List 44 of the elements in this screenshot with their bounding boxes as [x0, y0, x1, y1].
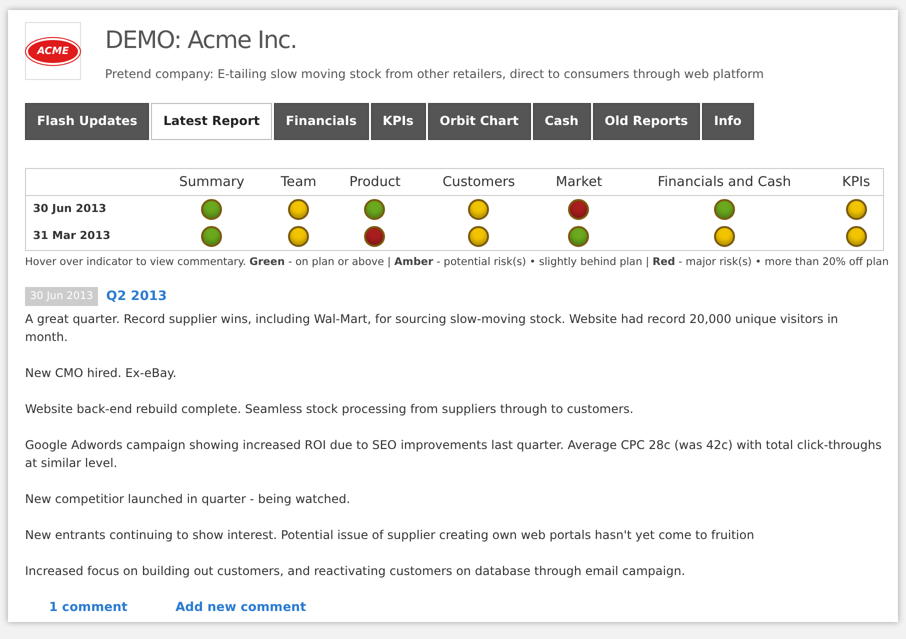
status-indicator[interactable]	[201, 198, 222, 220]
status-indicator[interactable]	[288, 226, 310, 247]
report-paragraph: New competitior launched in quarter - being watched.	[25, 491, 352, 508]
company-description: Pretend company: E-tailing slow moving stock from other retailers, direct to consumers through web platform	[105, 66, 764, 83]
column-header: Summary	[157, 168, 266, 196]
report-paragraph: New CMO hired. Ex-eBay.	[25, 365, 178, 382]
column-header: Team	[266, 168, 331, 196]
report-paragraph: New entrants continuing to show interest. Potential issue of supplier creating own web portals hasn't yet come to fruition	[25, 527, 756, 544]
report-paragraph: A great quarter. Record supplier wins, including Wal-Mart, for sourcing slow-moving stock. Website had record 20,000 unique visitors in month.	[25, 311, 840, 346]
status-indicator[interactable]	[714, 226, 735, 247]
status-indicator[interactable]	[468, 226, 490, 247]
tab[interactable]: Orbit Chart	[428, 102, 531, 140]
tab[interactable]: Flash Updates	[25, 102, 150, 140]
tab[interactable]: Cash	[532, 102, 591, 140]
report-title: Q2 2013	[106, 288, 167, 306]
status-indicator[interactable]	[364, 198, 386, 220]
logo: ACME	[26, 38, 80, 64]
row-date: 30 Jun 2013	[26, 195, 158, 223]
status-indicator[interactable]	[714, 198, 735, 220]
status-indicator[interactable]	[288, 198, 310, 220]
comment-link[interactable]: 1 comment	[49, 598, 128, 618]
column-header: Product	[331, 168, 419, 196]
report-paragraph: Google Adwords campaign showing increased ROI due to SEO improvements last quarter. Average CPC 28c (was 42c) with total click-throughs at similar level.	[25, 437, 883, 472]
report-paragraph: Increased focus on building out customers, and reactivating customers on database through email campaign.	[25, 563, 686, 580]
status-indicator[interactable]	[846, 226, 867, 247]
tab[interactable]: Info	[702, 102, 754, 140]
status-indicator[interactable]	[846, 198, 867, 220]
column-header: Customers	[418, 168, 539, 196]
column-header: Market	[538, 168, 620, 196]
row-date: 31 Mar 2013	[26, 222, 158, 250]
tab[interactable]: Old Reports	[592, 102, 700, 140]
status-indicator[interactable]	[201, 226, 222, 247]
report-paragraph: Website back-end rebuild complete. Seamless stock processing from suppliers through to customers.	[25, 401, 634, 418]
status-indicator[interactable]	[568, 226, 590, 247]
tab[interactable]: Financials	[274, 102, 369, 140]
status-indicator[interactable]	[568, 198, 590, 220]
tab[interactable]: KPIs	[370, 102, 426, 140]
column-header: Financials and Cash	[619, 168, 830, 196]
status-indicator[interactable]	[364, 226, 386, 247]
status-indicator[interactable]	[468, 198, 490, 220]
column-header: KPIs	[829, 168, 884, 196]
company-title: DEMO: Acme Inc.	[105, 26, 298, 55]
comment-link[interactable]: Add new comment	[175, 598, 306, 618]
tab[interactable]: Latest Report	[151, 102, 272, 140]
